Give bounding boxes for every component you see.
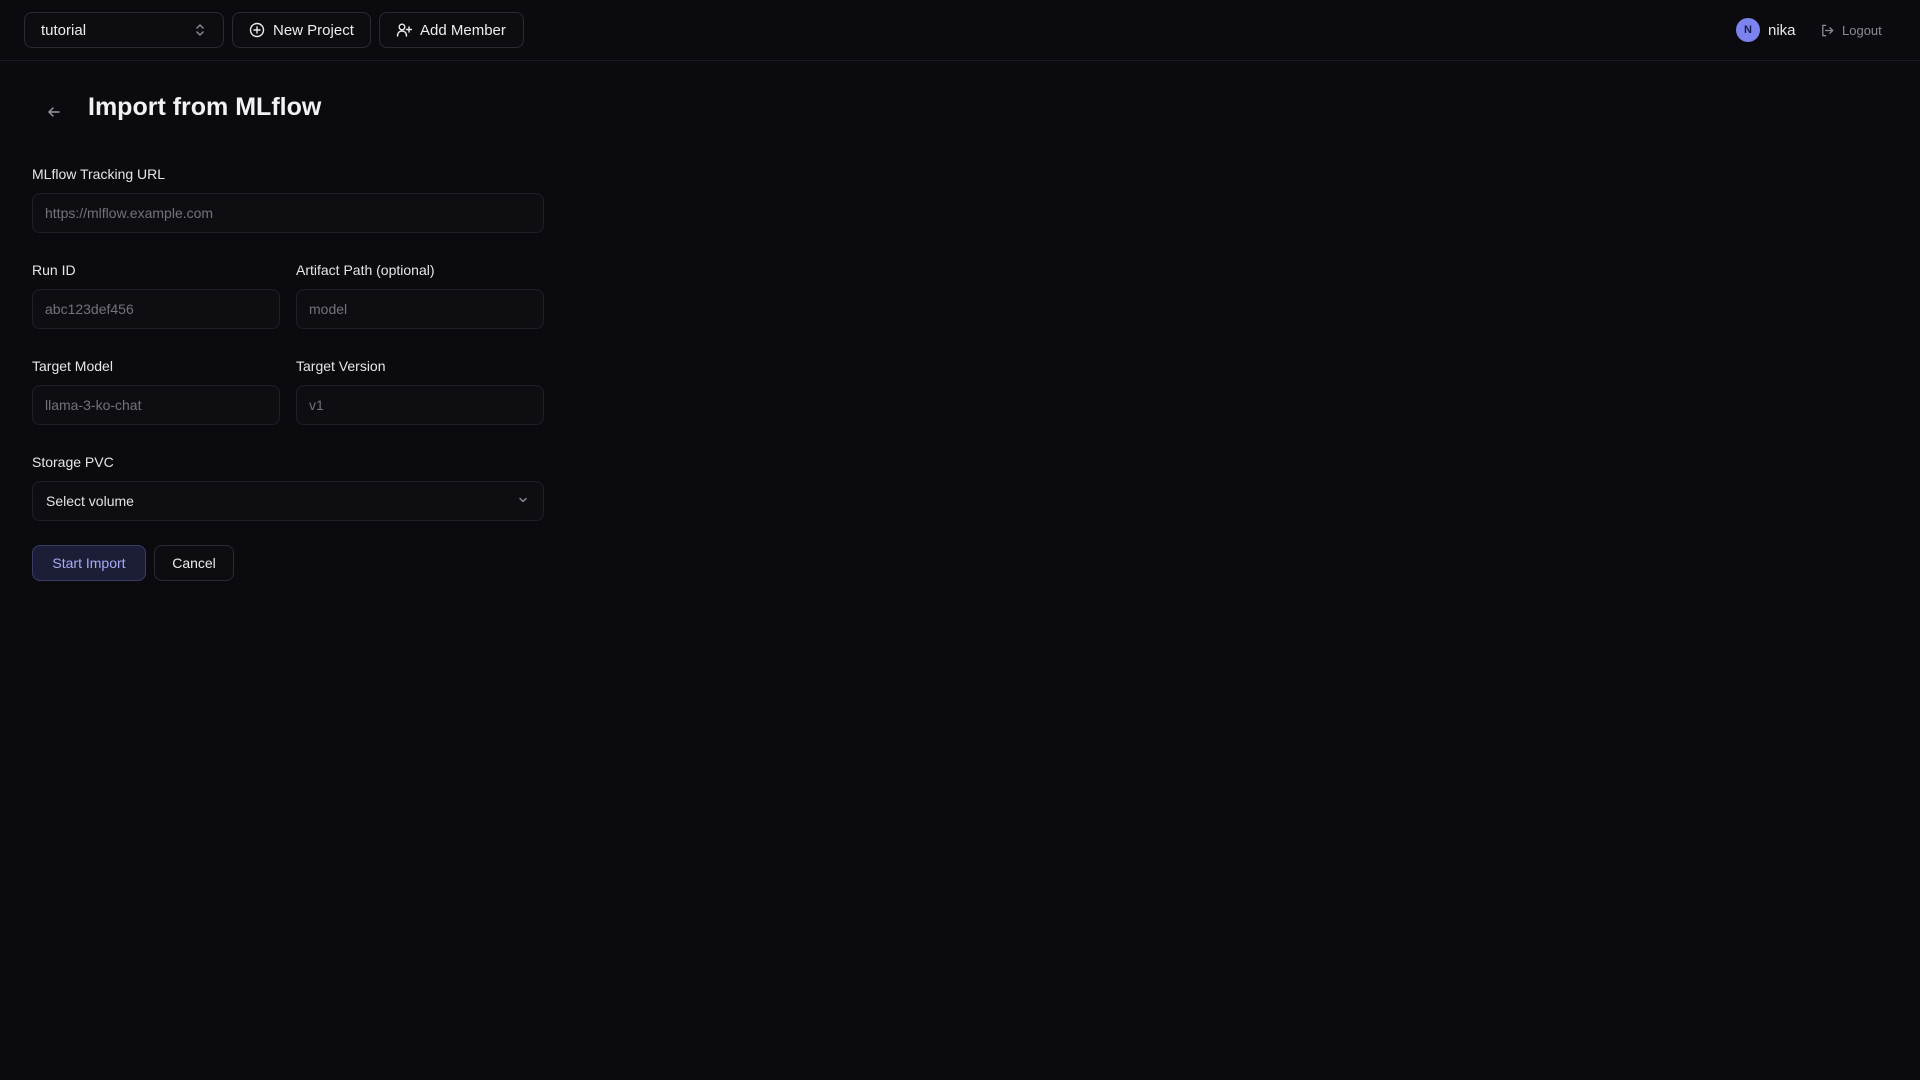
target-version-input[interactable] xyxy=(296,385,544,425)
back-button[interactable] xyxy=(44,104,64,124)
target-version-label: Target Version xyxy=(296,358,386,374)
logout-icon xyxy=(1820,23,1835,38)
logout-button[interactable]: Logout xyxy=(1820,18,1882,42)
run-id-input[interactable] xyxy=(32,289,280,329)
logout-label: Logout xyxy=(1842,22,1882,38)
cancel-button[interactable]: Cancel xyxy=(154,545,234,581)
plus-circle-icon xyxy=(249,22,265,38)
artifact-path-input[interactable] xyxy=(296,289,544,329)
user-menu[interactable]: N nika xyxy=(1736,18,1796,42)
target-model-label: Target Model xyxy=(32,358,113,374)
run-id-label: Run ID xyxy=(32,262,76,278)
start-import-button[interactable]: Start Import xyxy=(32,545,146,581)
storage-pvc-label: Storage PVC xyxy=(32,454,114,470)
project-select-label: tutorial xyxy=(41,21,87,39)
avatar: N xyxy=(1736,18,1760,42)
chevron-down-icon xyxy=(516,493,530,510)
new-project-label: New Project xyxy=(273,21,354,39)
new-project-button[interactable]: New Project xyxy=(232,12,371,48)
user-plus-icon xyxy=(396,22,412,38)
arrow-left-icon xyxy=(47,105,61,124)
artifact-path-label: Artifact Path (optional) xyxy=(296,262,435,278)
add-member-label: Add Member xyxy=(420,21,506,39)
target-model-input[interactable] xyxy=(32,385,280,425)
tracking-url-label: MLflow Tracking URL xyxy=(32,166,166,182)
storage-pvc-select[interactable]: Select volume xyxy=(32,481,544,521)
add-member-button[interactable]: Add Member xyxy=(379,12,524,48)
chevron-up-down-icon xyxy=(193,23,207,37)
project-select[interactable]: tutorial xyxy=(24,12,224,48)
top-bar: tutorial New Project Add Member N nika L… xyxy=(0,0,1920,61)
page-title: Import from MLflow xyxy=(88,93,322,121)
tracking-url-input[interactable] xyxy=(32,193,544,233)
user-name: nika xyxy=(1768,21,1796,39)
storage-pvc-value: Select volume xyxy=(46,493,134,509)
